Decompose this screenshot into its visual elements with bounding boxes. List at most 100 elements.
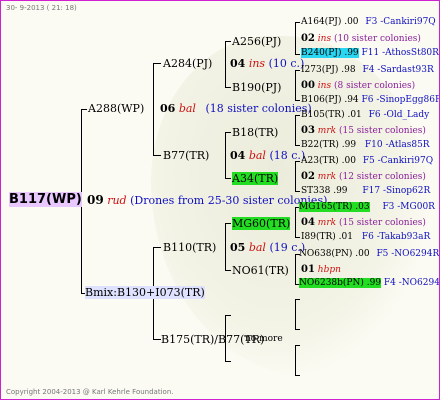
g4-row-1[interactable]: B240(PJ) .99 F11 -AthosSt80R <box>301 48 439 58</box>
copyright: Copyright 2004-2013 @ Karl Kehrle Founda… <box>6 388 174 396</box>
link-g4a-bottom <box>295 54 300 55</box>
fm-year: 05 <box>230 241 246 254</box>
mg60-id: MG60(TR) <box>232 217 291 230</box>
g4-row-5[interactable]: B22(TR) .99 F10 -Atlas85R <box>301 140 430 150</box>
link-g2b-top <box>153 247 161 248</box>
link-g4g-bottom <box>295 329 300 330</box>
fm-details: 05 bal (19 c.) <box>230 241 305 254</box>
g4-row-4[interactable]: B105(TR) .01 F6 -Old_Lady <box>301 110 429 120</box>
link-g3c-top <box>225 223 231 224</box>
g4-breed: mrk <box>317 172 337 182</box>
link-g4g-top <box>295 299 300 300</box>
g4-year: 00 <box>301 80 315 91</box>
g4-note: (12 sister colonies) <box>338 172 426 182</box>
link-g4h-top <box>295 345 300 346</box>
g4-year: 01 <box>301 264 315 275</box>
g4-row-0[interactable]: A164(PJ) .00 F3 -Cankiri97Q <box>301 17 436 27</box>
b18-queen[interactable]: B18(TR) <box>232 126 278 139</box>
g4-id: A23(TR) .00 <box>301 156 356 166</box>
mm-year: 04 <box>230 57 246 70</box>
link-g3c-bottom <box>225 270 231 271</box>
b190-queen[interactable]: B190(PJ) <box>232 81 281 94</box>
link-g4a-top <box>295 22 300 23</box>
mf-year: 04 <box>230 149 246 162</box>
link-g3b-bottom <box>225 178 231 179</box>
g4-breed: ins <box>317 34 332 44</box>
link-g2b-bottom <box>153 339 161 340</box>
root-year: 09 <box>87 193 104 207</box>
g4-id: ST338 .99 <box>301 186 348 196</box>
link-g2a <box>153 63 154 155</box>
g4-id: A164(PJ) .00 <box>301 17 359 27</box>
g4-row-2[interactable]: I273(PJ) .98 F4 -Sardast93R <box>301 65 434 75</box>
fm-queen[interactable]: B110(TR) <box>163 241 216 254</box>
no61-queen[interactable]: NO61(TR) <box>232 264 289 277</box>
g4-id: B106(PJ) .94 <box>301 95 359 105</box>
link-g3a-bottom <box>225 87 231 88</box>
a256-queen[interactable]: A256(PJ) <box>232 35 281 48</box>
mother-year: 06 <box>160 102 176 115</box>
link-g4c-top <box>295 115 300 116</box>
no-more-label: no more <box>245 334 283 344</box>
mf-note: (18 c.) <box>269 149 306 162</box>
link-g4d <box>295 161 296 191</box>
g4-id: I273(PJ) .98 <box>301 65 356 75</box>
link-g4c <box>295 115 296 145</box>
link-g4e <box>295 207 296 237</box>
g4-loc: F5 -NO6294R <box>376 249 440 259</box>
g4-row-3[interactable]: B106(PJ) .94 F6 -SinopEgg86R <box>301 95 440 105</box>
g4-row-8[interactable]: MG165(TR) .03 F3 -MG00R <box>299 202 435 212</box>
link-g3b-top <box>225 132 231 133</box>
g4-note: (8 sister colonies) <box>333 81 416 91</box>
mf-queen[interactable]: B77(TR) <box>163 149 209 162</box>
g4-id: MG165(TR) .03 <box>299 202 370 212</box>
g4-row-7[interactable]: ST338 .99 F17 -Sinop62R <box>301 186 430 196</box>
link-g4h <box>295 345 296 375</box>
g4-breed: mrk <box>317 126 337 136</box>
father-drone[interactable]: Bmix:B130+I073(TR) <box>85 286 205 299</box>
link-g2a-bottom <box>153 155 161 156</box>
mg60-queen[interactable]: MG60(TR) <box>232 217 291 230</box>
g4-details-0: 02 ins (10 sister colonies) <box>301 33 421 44</box>
link-g3d-bottom <box>225 361 231 362</box>
g4-details-1: 00 ins (8 sister colonies) <box>301 80 415 91</box>
link-g1-top <box>81 109 87 110</box>
link-g4b <box>295 70 296 100</box>
link-g4d-bottom <box>295 191 300 192</box>
mf-breed: bal <box>248 149 266 162</box>
g4-row-6[interactable]: A23(TR) .00 F5 -Cankiri97Q <box>301 156 433 166</box>
root-queen[interactable]: B117(WP) <box>9 192 82 207</box>
g4-details-2: 03 mrk (15 sister colonies) <box>301 125 426 136</box>
g4-row-11[interactable]: NO6238b(PN) .99 F4 -NO6294R <box>299 278 439 288</box>
mm-details: 04 ins (10 c.) <box>230 57 304 70</box>
g4-year: 03 <box>301 125 315 136</box>
link-g4g <box>295 299 296 329</box>
mm-queen[interactable]: A284(PJ) <box>163 57 212 70</box>
root-breed: rud <box>107 194 127 207</box>
mm-breed: ins <box>248 57 266 70</box>
link-g3a-top <box>225 41 231 42</box>
g4-note: (15 sister colonies) <box>338 126 426 136</box>
g4-id: NO638(PN) .00 <box>299 249 370 259</box>
g4-breed: ins <box>317 81 332 91</box>
g4-id: B22(TR) .99 <box>301 140 357 150</box>
mother-breed: bal <box>178 102 196 115</box>
g4-loc: F6 -Takab93aR <box>361 232 431 242</box>
link-g3c <box>225 223 226 270</box>
mother-note: (18 sister colonies) <box>205 102 312 115</box>
link-g4h-bottom <box>295 375 300 376</box>
g4-details-5: 01 hbpn <box>301 264 341 275</box>
fm-breed: bal <box>248 241 266 254</box>
mm-note: (10 c.) <box>268 57 305 70</box>
g4-row-9[interactable]: I89(TR) .01 F6 -Takab93aR <box>301 232 430 242</box>
g4-id: I89(TR) .01 <box>301 232 353 242</box>
root-id: B117(WP) <box>9 192 82 207</box>
mother-queen[interactable]: A288(WP) <box>88 102 144 115</box>
mother-details: 06 bal (18 sister colonies) <box>160 102 312 115</box>
g4-details-3: 02 mrk (12 sister colonies) <box>301 171 426 182</box>
a34-queen[interactable]: A34(TR) <box>232 172 279 185</box>
g4-year: 04 <box>301 217 315 228</box>
a34-id: A34(TR) <box>232 172 279 185</box>
g4-loc: F6 -SinopEgg86R <box>361 95 440 105</box>
g4-row-10[interactable]: NO638(PN) .00 F5 -NO6294R <box>299 249 439 259</box>
